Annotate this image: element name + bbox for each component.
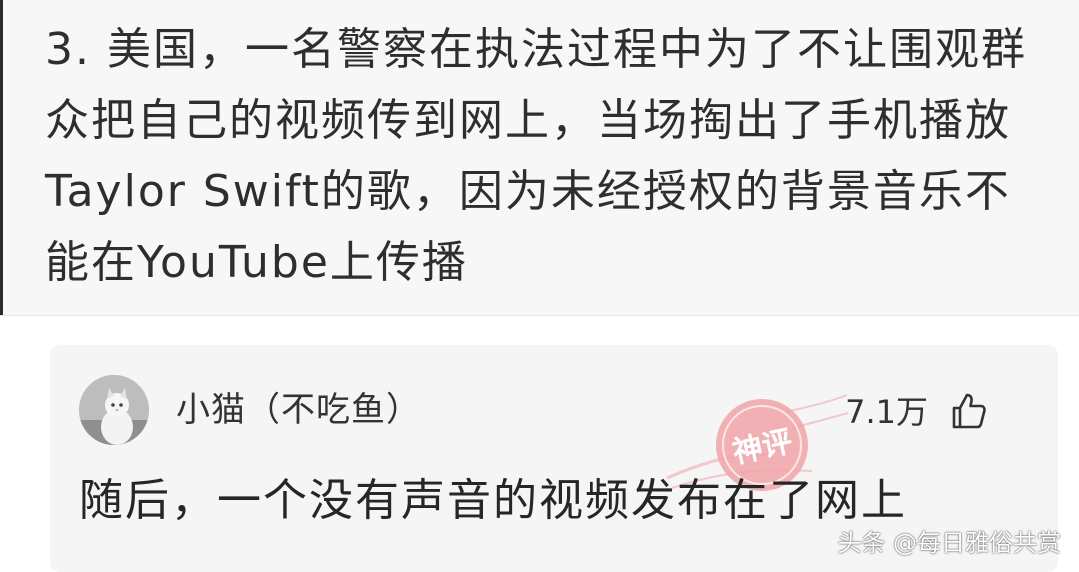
post-text: 3. 美国，一名警察在执法过程中为了不让围观群众把自己的视频传到网上，当场掏出了… — [45, 24, 1027, 288]
cat-avatar[interactable] — [79, 375, 149, 445]
post-block: 3. 美国，一名警察在执法过程中为了不让围观群众把自己的视频传到网上，当场掏出了… — [0, 0, 1079, 315]
comment-text: 随后，一个没有声音的视频发布在了网上 — [79, 475, 907, 526]
watermark: 头条 @每日雅俗共赏 — [837, 529, 1061, 557]
thumbs-up-icon[interactable] — [948, 391, 988, 431]
divider — [0, 315, 1079, 316]
username[interactable]: 小猫（不吃鱼） — [176, 387, 421, 433]
like-count: 7.1万 — [845, 393, 928, 431]
